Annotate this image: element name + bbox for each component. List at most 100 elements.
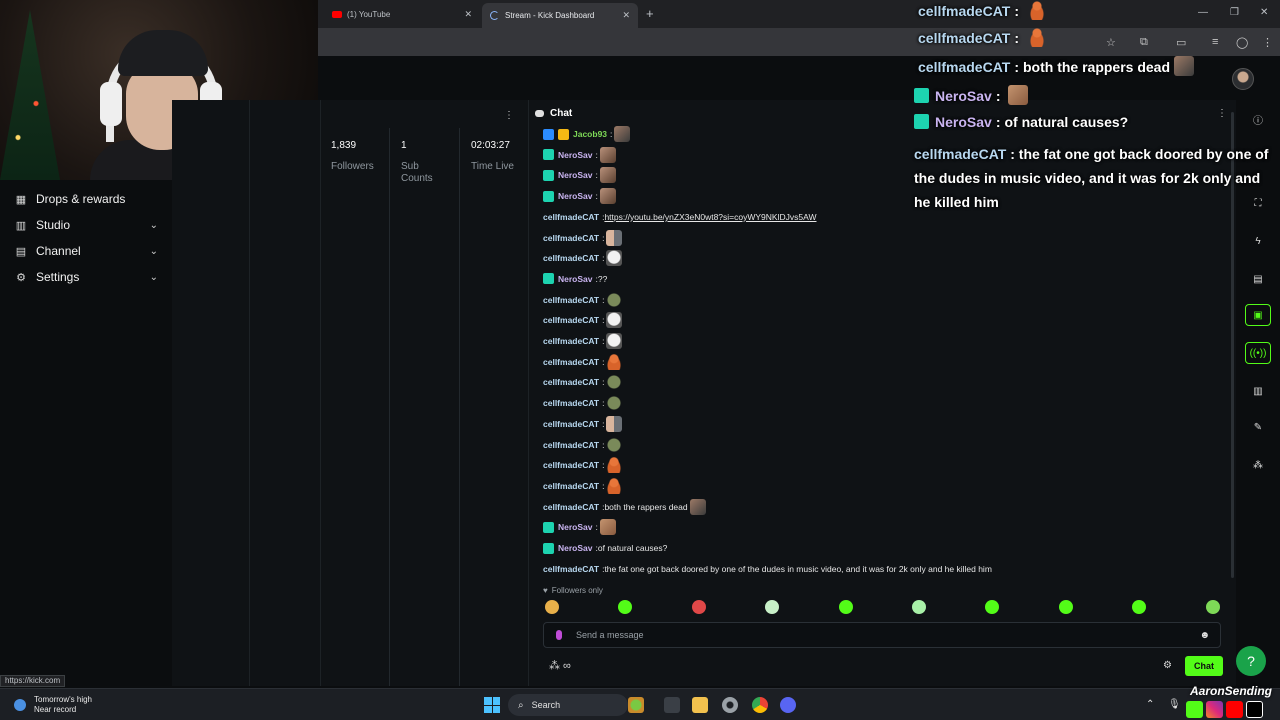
infinity-icon[interactable]: ⁂ ∞ xyxy=(549,659,571,672)
app-icon[interactable] xyxy=(628,697,644,713)
chat-username[interactable]: cellfmadeCAT xyxy=(543,460,599,470)
send-chat-button[interactable]: Chat xyxy=(1185,656,1223,676)
chat-username[interactable]: NeroSav xyxy=(558,191,593,201)
more-options-icon[interactable]: ⋮ xyxy=(1217,108,1227,119)
chat-message: NeroSav: ?? xyxy=(543,269,607,289)
chat-text: both the rappers dead xyxy=(604,501,688,512)
chat-username[interactable]: NeroSav xyxy=(558,522,593,532)
sidebar-item-label: Drops & rewards xyxy=(36,192,126,206)
emote-icon xyxy=(606,291,623,308)
close-icon[interactable]: ✕ xyxy=(622,10,630,21)
lightning-icon[interactable]: ϟ xyxy=(1249,232,1267,250)
chat-username[interactable]: Jacob93 xyxy=(573,129,607,139)
discord-icon[interactable] xyxy=(780,697,796,713)
chat-username[interactable]: cellfmadeCAT xyxy=(543,377,599,387)
tab-youtube[interactable]: (1) YouTube ✕ xyxy=(324,3,480,25)
chat-username[interactable]: cellfmadeCAT xyxy=(543,315,599,325)
obs-icon[interactable] xyxy=(722,697,738,713)
overlay-username: cellfmadeCAT xyxy=(918,59,1011,75)
chat-username[interactable]: cellfmadeCAT xyxy=(543,419,599,429)
quick-emote-icon[interactable] xyxy=(765,600,780,614)
quick-emote-icon[interactable] xyxy=(545,600,559,614)
help-button[interactable]: ? xyxy=(1236,646,1266,676)
layout-icon[interactable]: ▥ xyxy=(1249,382,1267,400)
chat-username[interactable]: cellfmadeCAT xyxy=(543,212,599,222)
chat-username[interactable]: cellfmadeCAT xyxy=(543,481,599,491)
sidebar-item-settings[interactable]: ⚙ Settings ⌄ xyxy=(0,264,172,290)
tab-kick-dashboard[interactable]: Stream - Kick Dashboard ✕ xyxy=(482,3,638,28)
weather-icon xyxy=(14,699,26,711)
quick-emote-icon[interactable] xyxy=(838,600,853,614)
quick-emote-icon[interactable] xyxy=(691,600,706,614)
chat-tool-icon[interactable]: ▣ xyxy=(1245,304,1271,326)
quick-emote-icon[interactable] xyxy=(618,600,633,614)
screen: ▦ Drops & rewards ▥ Studio ⌄ ▤ Channel ⌄… xyxy=(0,0,1280,720)
address-bar[interactable] xyxy=(318,28,1280,56)
stat-label: Sub Counts xyxy=(401,161,433,184)
info-icon[interactable]: ⓘ xyxy=(1249,110,1267,128)
sidebar-item-studio[interactable]: ▥ Studio ⌄ xyxy=(0,212,172,238)
windows-start-icon[interactable] xyxy=(484,697,500,713)
stat-sub-counts: 1 Sub Counts xyxy=(401,140,451,185)
document-icon[interactable]: ▤ xyxy=(1249,270,1267,288)
chat-username[interactable]: cellfmadeCAT xyxy=(543,295,599,305)
microphone-icon[interactable]: 🎙 xyxy=(1168,699,1181,710)
emoji-picker-icon[interactable]: ☻ xyxy=(1199,630,1210,641)
chat-separator: : xyxy=(595,522,598,533)
tray-chevron-icon[interactable]: ⌃ xyxy=(1146,699,1154,710)
chrome-icon[interactable] xyxy=(752,697,768,713)
quick-emote-icon[interactable] xyxy=(1205,600,1220,614)
chat-username[interactable]: cellfmadeCAT xyxy=(543,564,599,574)
quick-emote-icon[interactable] xyxy=(1058,600,1073,614)
file-explorer-icon[interactable] xyxy=(692,697,708,713)
chat-message-input[interactable]: Send a message ☻ xyxy=(543,622,1221,648)
nodes-icon[interactable]: ⁂ xyxy=(1249,456,1267,474)
quick-emote-icon[interactable] xyxy=(1132,600,1147,614)
broadcast-icon[interactable]: ((•)) xyxy=(1245,342,1271,364)
task-view-icon[interactable] xyxy=(664,697,680,713)
vip-badge-icon xyxy=(558,128,569,140)
input-placeholder: Send a message xyxy=(576,630,644,640)
followers-only-label: Followers only xyxy=(551,586,603,595)
quick-emote-icon[interactable] xyxy=(912,600,926,614)
overlay-separator: : xyxy=(1010,146,1015,162)
media-icon[interactable]: ≡ xyxy=(1212,36,1218,48)
close-icon[interactable]: ✕ xyxy=(464,9,472,20)
chat-username[interactable]: cellfmadeCAT xyxy=(543,398,599,408)
search-label: Search xyxy=(531,700,561,710)
chat-settings-icon[interactable]: ⚙ xyxy=(1163,660,1172,671)
more-options-icon[interactable]: ⋮ xyxy=(504,110,514,121)
chat-username[interactable]: NeroSav xyxy=(558,543,593,553)
new-tab-button[interactable]: + xyxy=(646,6,654,21)
chat-username[interactable]: cellfmadeCAT xyxy=(543,440,599,450)
chat-username[interactable]: cellfmadeCAT xyxy=(543,502,599,512)
chat-separator: : xyxy=(602,439,605,450)
chat-username[interactable]: cellfmadeCAT xyxy=(543,253,599,263)
overlay-separator: : xyxy=(1014,3,1019,19)
sidebar-item-channel[interactable]: ▤ Channel ⌄ xyxy=(0,238,172,264)
wrench-icon[interactable]: ✎ xyxy=(1249,418,1267,436)
extensions-icon[interactable]: ⧉ xyxy=(1140,36,1148,49)
sidebar-item-drops[interactable]: ▦ Drops & rewards xyxy=(0,186,172,212)
restore-icon[interactable]: ❐ xyxy=(1230,7,1239,18)
chat-username[interactable]: NeroSav xyxy=(558,274,593,284)
minimize-icon[interactable]: — xyxy=(1198,7,1208,18)
chat-username[interactable]: cellfmadeCAT xyxy=(543,357,599,367)
taskbar-search[interactable]: ⌕ Search xyxy=(508,694,628,716)
emote-icon xyxy=(606,374,623,391)
chat-message: cellfmadeCAT: xyxy=(543,290,623,310)
cast-icon[interactable]: ▭ xyxy=(1176,36,1186,49)
profile-icon[interactable]: ◯ xyxy=(1236,36,1248,49)
window-close-icon[interactable]: ✕ xyxy=(1260,7,1268,18)
chat-username[interactable]: cellfmadeCAT xyxy=(543,336,599,346)
bookmark-star-icon[interactable]: ☆ xyxy=(1106,36,1116,49)
search-icon: ⌕ xyxy=(518,699,524,711)
browser-menu-icon[interactable]: ⋮ xyxy=(1262,36,1273,49)
avatar[interactable] xyxy=(1232,68,1254,90)
quick-emote-icon[interactable] xyxy=(985,600,1000,614)
chat-username[interactable]: cellfmadeCAT xyxy=(543,233,599,243)
stat-time-live: 02:03:27 Time Live xyxy=(471,140,514,173)
chat-link[interactable]: https://youtu.be/ynZX3eN0wt8?si=coyWY9NK… xyxy=(604,212,816,222)
chat-username[interactable]: NeroSav xyxy=(558,170,593,180)
chat-username[interactable]: NeroSav xyxy=(558,150,593,160)
